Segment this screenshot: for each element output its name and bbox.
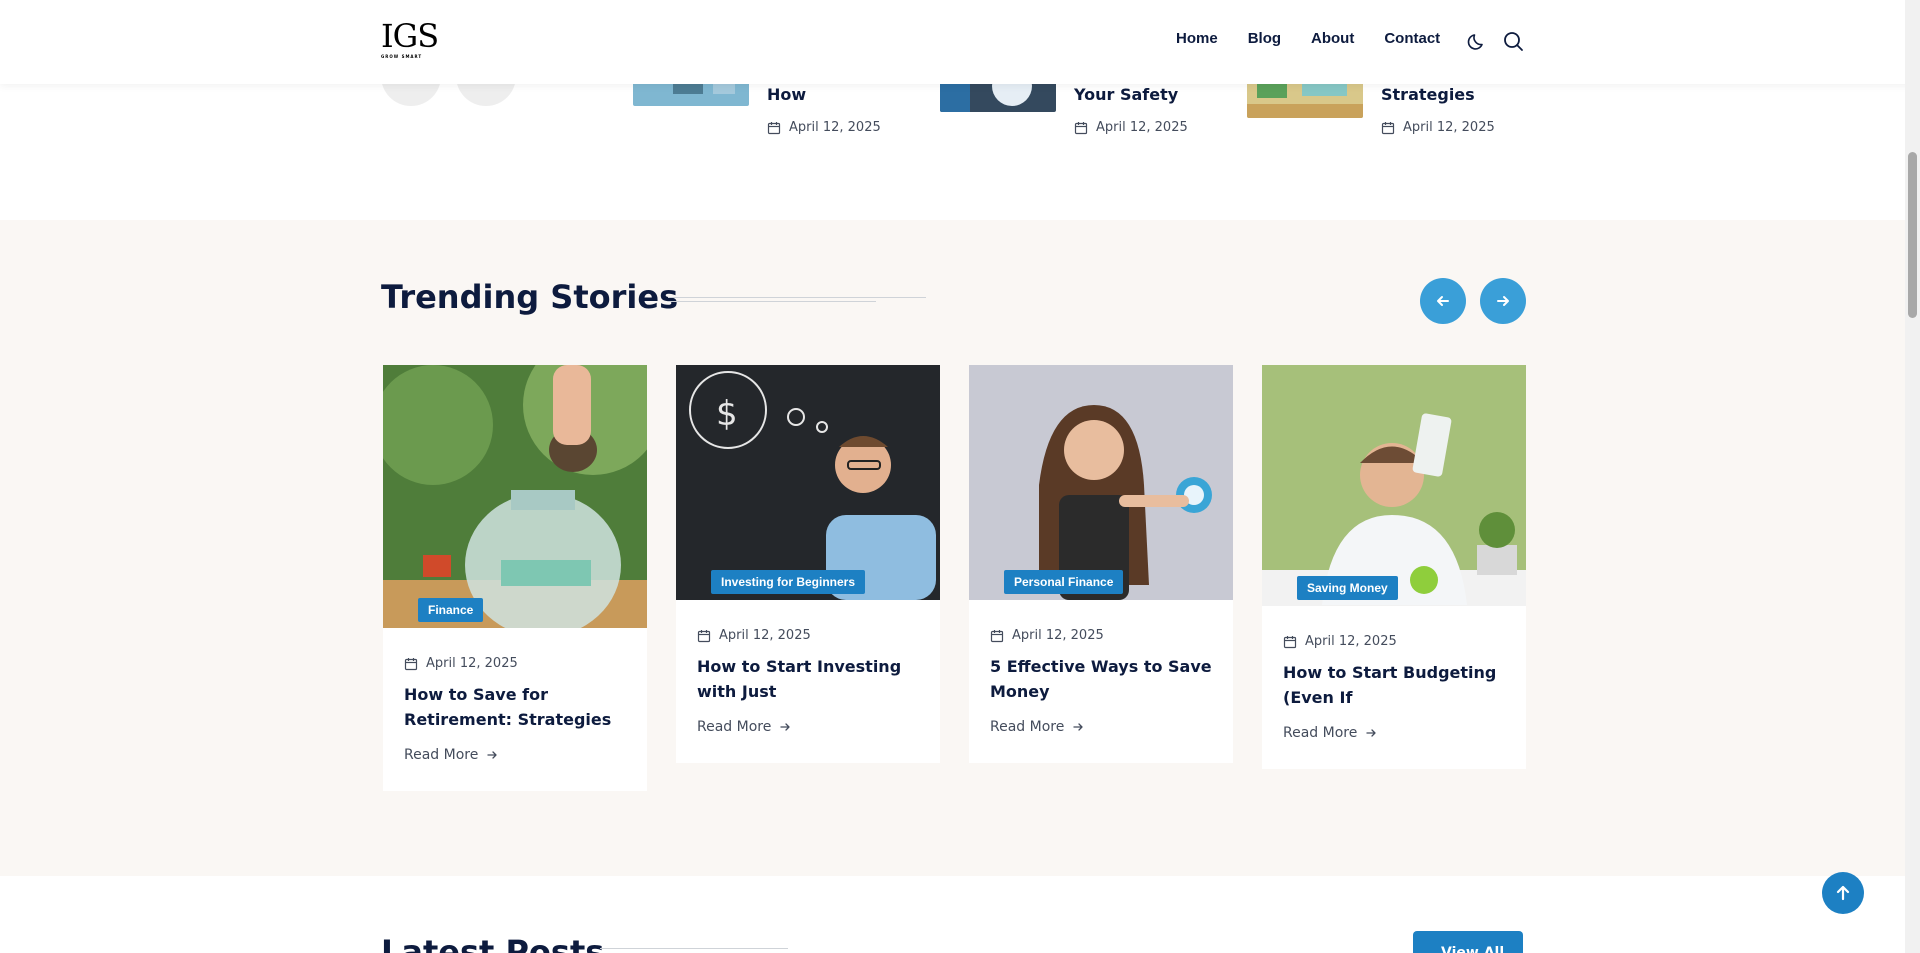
calendar-icon [404,657,418,670]
card-date: April 12, 2025 [1283,634,1505,649]
next-button[interactable] [1480,278,1526,324]
latest-posts-title: Latest Posts [381,933,605,953]
card-date: April 12, 2025 [990,628,1212,643]
card-title[interactable]: How to Save for Retirement: Strategies [404,682,626,732]
main-nav: Home Blog About Contact [1176,30,1470,47]
calendar-icon [990,629,1004,642]
mini-post-date: April 12, 2025 [767,120,881,135]
card-image[interactable]: Saving Money [1262,365,1526,606]
mini-post-title[interactable]: Your Safety [1074,85,1178,104]
read-more-link[interactable]: Read More [404,747,626,791]
read-more-link[interactable]: Read More [990,719,1212,763]
arrow-right-icon [1497,296,1509,306]
category-badge[interactable]: Saving Money [1297,576,1398,600]
card-date: April 12, 2025 [404,656,626,671]
view-all-button[interactable]: View All [1413,931,1523,953]
date-text: April 12, 2025 [426,656,518,671]
nav-about[interactable]: About [1311,30,1354,47]
nav-home[interactable]: Home [1176,30,1218,47]
date-text: April 12, 2025 [719,628,811,643]
date-text: April 12, 2025 [789,120,881,135]
site-logo[interactable]: IGS GROW SMART [381,20,441,59]
svg-text:$: $ [716,394,738,434]
card-image[interactable]: $ Investing for Beginners [676,365,940,600]
category-badge[interactable]: Investing for Beginners [711,570,866,594]
arrow-right-icon [1366,729,1376,737]
read-more-link[interactable]: Read More [697,719,919,763]
logo-text: IGS [381,17,439,55]
page-scrollbar[interactable] [1905,0,1920,953]
title-divider [600,948,788,949]
arrow-up-icon [1836,885,1850,901]
calendar-icon [1283,635,1297,648]
back-to-top-button[interactable] [1822,872,1864,914]
read-more-label: Read More [1283,725,1358,741]
category-badge[interactable]: Finance [418,598,484,622]
card-title[interactable]: 5 Effective Ways to Save Money [990,654,1212,704]
read-more-label: Read More [404,747,479,763]
site-header: IGS GROW SMART Home Blog About Contact [0,0,1920,84]
card-image[interactable]: Personal Finance [969,365,1233,600]
moon-icon[interactable] [1466,30,1488,52]
nav-blog[interactable]: Blog [1248,30,1281,47]
story-card[interactable]: Saving Money April 12, 2025 How to Start… [1262,365,1526,769]
card-date: April 12, 2025 [697,628,919,643]
read-more-label: Read More [697,719,772,735]
card-title[interactable]: How to Start Investing with Just [697,654,919,704]
read-more-link[interactable]: Read More [1283,725,1505,769]
investor-chalkboard-image: $ [676,365,940,600]
woman-alarm-clock-image [969,365,1233,600]
scrollbar-thumb[interactable] [1908,152,1917,318]
prev-button[interactable] [1420,278,1466,324]
mini-post-title[interactable]: Strategies [1381,85,1475,104]
savings-jar-image [383,365,647,628]
arrow-right-icon [1073,723,1083,731]
date-text: April 12, 2025 [1403,120,1495,135]
calendar-icon [1381,121,1395,134]
date-text: April 12, 2025 [1096,120,1188,135]
nav-contact[interactable]: Contact [1384,30,1440,47]
search-icon[interactable] [1502,30,1524,52]
story-card[interactable]: Personal Finance April 12, 2025 5 Effect… [969,365,1233,763]
mini-post-date: April 12, 2025 [1074,120,1188,135]
calendar-icon [1074,121,1088,134]
card-image[interactable]: Finance [383,365,647,628]
calendar-icon [697,629,711,642]
story-card[interactable]: $ Investing for Beginners April 12, 2025… [676,365,940,763]
section-title: Trending Stories [381,278,679,316]
date-text: April 12, 2025 [1012,628,1104,643]
story-card[interactable]: Finance April 12, 2025 How to Save for R… [383,365,647,791]
card-title[interactable]: How to Start Budgeting (Even If [1283,660,1505,710]
category-badge[interactable]: Personal Finance [1004,570,1124,594]
read-more-label: Read More [990,719,1065,735]
mini-post-date: April 12, 2025 [1381,120,1495,135]
arrow-right-icon [780,723,790,731]
mini-post-title[interactable]: How [767,85,806,104]
man-budgeting-image [1262,365,1526,606]
arrow-right-icon [487,751,497,759]
title-divider [668,297,926,303]
arrow-left-icon [1437,296,1449,306]
calendar-icon [767,121,781,134]
trending-section: Trending Stories Finance April 12, 2025 … [0,220,1920,876]
date-text: April 12, 2025 [1305,634,1397,649]
